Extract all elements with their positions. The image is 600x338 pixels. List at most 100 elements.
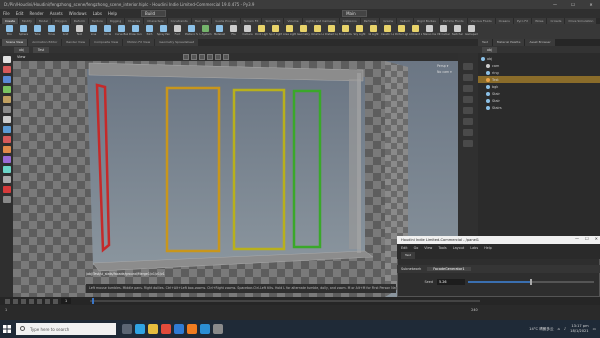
magnet-icon[interactable] bbox=[2, 136, 11, 143]
seed-slider-handle[interactable] bbox=[529, 278, 532, 285]
param-menu-go[interactable]: Go bbox=[414, 246, 419, 250]
shelf-tool-tube[interactable]: Tube bbox=[31, 24, 44, 39]
edge-icon[interactable] bbox=[135, 324, 145, 334]
tree-item-stair[interactable]: Stair bbox=[478, 90, 600, 97]
shelf-tool-geometry-light[interactable]: Geometry Light bbox=[297, 24, 310, 39]
wireframe-icon[interactable] bbox=[191, 54, 197, 60]
shelf-tool-environment-light[interactable]: Environment Light bbox=[339, 24, 352, 39]
shelf-tool-grid[interactable]: Grid bbox=[59, 24, 72, 39]
tree-item-stair[interactable]: Stair bbox=[478, 97, 600, 104]
menu-windows[interactable]: Windows bbox=[69, 11, 87, 16]
view-tool-icon[interactable] bbox=[2, 116, 11, 123]
ghost-icon[interactable] bbox=[463, 85, 473, 92]
menu-help[interactable]: Help bbox=[108, 11, 117, 16]
sculpt-icon[interactable] bbox=[2, 166, 11, 173]
tab-tree[interactable]: Test bbox=[478, 39, 492, 46]
select-tool-icon[interactable] bbox=[2, 56, 11, 63]
param-maximize-button[interactable]: ☐ bbox=[585, 236, 589, 241]
maximize-button[interactable]: ☐ bbox=[564, 0, 582, 9]
isolate-icon[interactable] bbox=[463, 118, 473, 125]
timeline-scrubber[interactable] bbox=[90, 300, 480, 302]
volume-icon[interactable]: ♪ bbox=[564, 327, 566, 331]
pane-tab-motion-fx-view[interactable]: Motion FX View bbox=[123, 39, 155, 46]
clock[interactable]: 13:17 pm 18/1/2021 bbox=[570, 324, 588, 334]
first-frame-button[interactable] bbox=[5, 298, 10, 304]
play-reverse-button[interactable] bbox=[21, 298, 26, 304]
next-key-button[interactable] bbox=[45, 298, 50, 304]
snap-icon[interactable] bbox=[2, 126, 11, 133]
shelf-tool-switcher[interactable]: Switcher bbox=[451, 24, 464, 39]
seed-value-field[interactable]: 5.26 bbox=[437, 278, 465, 285]
shading-mode-icon[interactable] bbox=[183, 54, 189, 60]
desktop-select[interactable]: Build bbox=[141, 10, 167, 17]
shelf-tool-vr-camera[interactable]: VR Camera bbox=[437, 24, 450, 39]
shelf-tool-area-light[interactable]: Area Light bbox=[283, 24, 296, 39]
tab-asset-browser[interactable]: Asset Browser bbox=[525, 39, 555, 46]
pane-tab-composite-view[interactable]: Composite View bbox=[90, 39, 123, 46]
menu-edit[interactable]: Edit bbox=[16, 11, 24, 16]
shelf-tool-path[interactable]: Path bbox=[143, 24, 156, 39]
shelf-tool-sky-light[interactable]: Sky Light bbox=[353, 24, 366, 39]
scene-viewport[interactable] bbox=[13, 53, 458, 297]
tree-item-stairs[interactable]: Stairs bbox=[478, 104, 600, 111]
tree-item-test[interactable]: Test bbox=[478, 76, 600, 83]
pose-tool-icon[interactable] bbox=[2, 96, 11, 103]
path-obj[interactable]: obj bbox=[14, 46, 29, 53]
range-end[interactable]: 240 bbox=[471, 308, 477, 312]
param-menu-tools[interactable]: Tools bbox=[438, 246, 446, 250]
param-menu-labs[interactable]: Labs bbox=[470, 246, 478, 250]
tab-material-palette[interactable]: Material Palette bbox=[492, 39, 525, 46]
shelf-tool-spot-light[interactable]: Spot Light bbox=[269, 24, 282, 39]
shelf-tool-point-light[interactable]: Point Light bbox=[255, 24, 268, 39]
seed-slider[interactable] bbox=[468, 278, 594, 285]
path-node[interactable]: Test bbox=[32, 46, 50, 53]
param-menu-layout[interactable]: Layout bbox=[453, 246, 465, 250]
lock-icon[interactable] bbox=[463, 140, 473, 147]
network-path-obj[interactable]: obj bbox=[482, 46, 497, 53]
chrome-icon[interactable] bbox=[161, 324, 171, 334]
mail-icon[interactable] bbox=[174, 324, 184, 334]
shelf-tool-sphere[interactable]: Sphere bbox=[17, 24, 30, 39]
record-icon[interactable] bbox=[2, 186, 11, 193]
lighting-icon[interactable] bbox=[199, 54, 205, 60]
last-frame-button[interactable] bbox=[53, 298, 58, 304]
settings-icon[interactable] bbox=[213, 324, 223, 334]
shelf-tool-box[interactable]: Box bbox=[3, 24, 16, 39]
shelf-tool-file[interactable]: File bbox=[227, 24, 240, 39]
grid-icon[interactable] bbox=[207, 54, 213, 60]
stop-button[interactable] bbox=[29, 298, 34, 304]
shelf-tool-font[interactable]: Font bbox=[171, 24, 184, 39]
shelf-tool-portal-light[interactable]: Portal Light bbox=[395, 24, 408, 39]
layer-icon[interactable] bbox=[2, 196, 11, 203]
task-view-icon[interactable] bbox=[122, 324, 132, 334]
measure-icon[interactable] bbox=[2, 176, 11, 183]
persp-menu[interactable]: Persp ▾ bbox=[437, 64, 448, 68]
menu-assets[interactable]: Assets bbox=[50, 11, 63, 16]
shelf-tool-metaball[interactable]: Metaball bbox=[213, 24, 226, 39]
notification-icon[interactable]: ▭ bbox=[593, 327, 596, 331]
explorer-icon[interactable] bbox=[148, 324, 158, 334]
paint-icon[interactable] bbox=[2, 146, 11, 153]
shelf-tool-torus[interactable]: Torus bbox=[45, 24, 58, 39]
timeline-playhead[interactable] bbox=[92, 298, 94, 304]
camera-menu[interactable]: No cam ▾ bbox=[437, 70, 452, 74]
shelf-tool-curve-bezier[interactable]: Curve Bezier bbox=[115, 24, 128, 39]
close-button[interactable]: ✕ bbox=[582, 0, 600, 9]
shelf-tool-caustic-light[interactable]: Caustic Light bbox=[381, 24, 394, 39]
prev-key-button[interactable] bbox=[13, 298, 18, 304]
shelf-tool-volume-light[interactable]: Volume Light bbox=[311, 24, 324, 39]
pane-tab-geometry-spreadsheet[interactable]: Geometry Spreadsheet bbox=[155, 39, 199, 46]
display-normals-icon[interactable] bbox=[463, 74, 473, 81]
menu-file[interactable]: File bbox=[3, 11, 10, 16]
tree-item-bgk[interactable]: bgk bbox=[478, 83, 600, 90]
pane-tab-scene-view[interactable]: Scene View bbox=[2, 39, 28, 46]
tree-item-cam[interactable]: cam bbox=[478, 62, 600, 69]
shelf-tool-gamepad-camera[interactable]: Gamepad Camera bbox=[465, 24, 478, 39]
param-menu-view[interactable]: View bbox=[424, 246, 432, 250]
shelf-tool-draw-curve[interactable]: Draw Curve bbox=[129, 24, 142, 39]
current-frame-field[interactable]: 1 bbox=[61, 298, 72, 304]
photoshop-icon[interactable] bbox=[200, 324, 210, 334]
shelf-tool-line[interactable]: Line bbox=[87, 24, 100, 39]
param-minimize-button[interactable]: — bbox=[575, 236, 579, 241]
weather-widget[interactable]: 14°C 晴朗多云 bbox=[529, 327, 553, 332]
